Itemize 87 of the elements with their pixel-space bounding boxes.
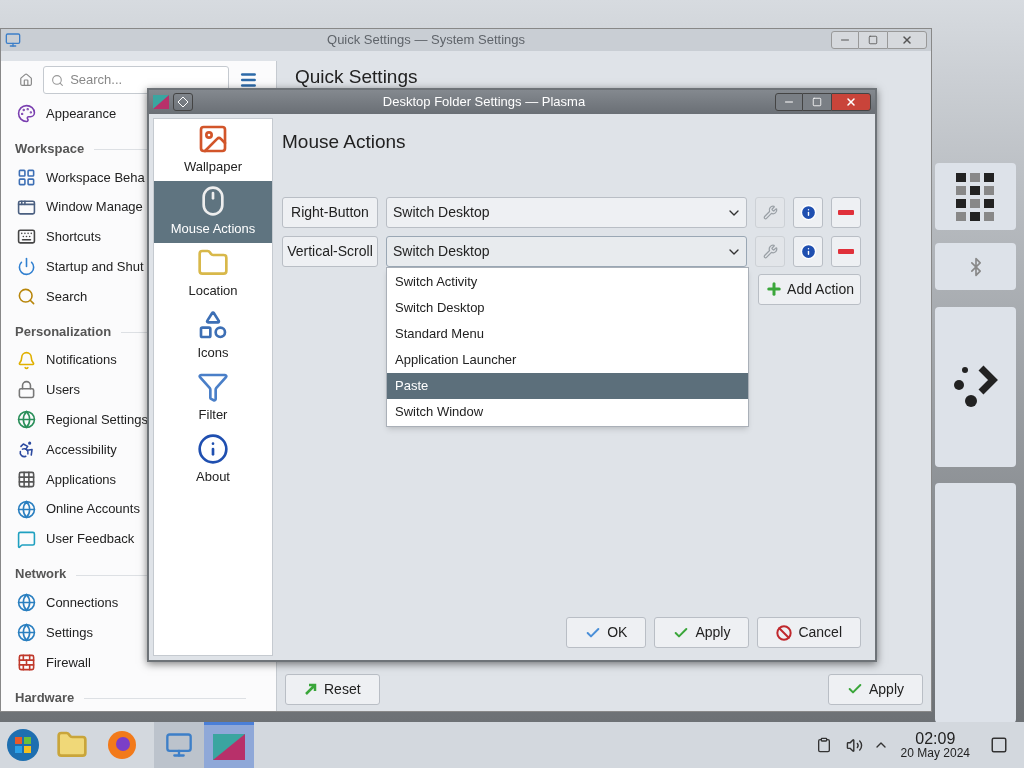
info-button[interactable] (793, 197, 823, 228)
accessibility-icon (17, 440, 36, 460)
cancel-button[interactable]: Cancel (757, 617, 861, 648)
close-icon (845, 96, 857, 108)
category-item[interactable]: Wallpaper (154, 119, 272, 181)
close-button[interactable] (887, 31, 927, 49)
filter-icon (197, 371, 229, 404)
arrow-icon (304, 682, 318, 696)
section-header: Network (15, 565, 67, 584)
trigger-button[interactable]: Right-Button (282, 197, 378, 228)
app-icon (153, 95, 169, 109)
maximize-icon (812, 97, 822, 107)
ok-button[interactable]: OK (566, 617, 647, 648)
menu-item[interactable]: Switch Activity (387, 269, 748, 295)
apply-button[interactable]: Apply (654, 617, 750, 648)
category-item[interactable]: About (154, 429, 272, 491)
grid-icon (17, 469, 36, 489)
category-item[interactable]: Mouse Actions (154, 181, 272, 243)
info-icon (799, 243, 817, 260)
task-button[interactable] (154, 722, 204, 768)
grid-icon (17, 167, 36, 187)
section-header: Hardware (15, 688, 75, 707)
monitor-icon (5, 32, 21, 48)
info-icon (799, 204, 817, 221)
message-icon (17, 529, 36, 549)
close-button[interactable] (831, 93, 871, 111)
globe-icon (17, 499, 36, 519)
reset-button[interactable]: Reset (285, 673, 380, 705)
clock-time: 02:09 (915, 731, 956, 747)
search-icon (17, 287, 36, 307)
menu-item[interactable]: Standard Menu (387, 321, 748, 347)
maximize-icon (868, 35, 878, 45)
home-icon (19, 70, 34, 89)
info-icon (197, 433, 229, 466)
plugin-dropdown[interactable]: Switch Desktop (386, 197, 747, 228)
palette-icon (17, 104, 36, 124)
search-field[interactable]: Search... (43, 65, 230, 94)
info-button[interactable] (793, 236, 823, 267)
globe-icon (17, 593, 36, 613)
menu-item[interactable]: Switch Window (387, 399, 748, 425)
section-title: Mouse Actions (282, 130, 407, 154)
window-icon (17, 197, 36, 217)
menu-item[interactable]: Application Launcher (387, 347, 748, 373)
diamond-icon (178, 97, 188, 107)
page-title: Quick Settings (294, 65, 419, 89)
cancel-icon (776, 624, 793, 641)
task-button[interactable] (204, 722, 254, 768)
app-icon (213, 733, 245, 760)
remove-button[interactable] (831, 197, 861, 228)
trigger-button[interactable]: Vertical-Scroll (282, 236, 378, 267)
apply-button[interactable]: Apply (827, 673, 923, 705)
window-title: Quick Settings — System Settings (327, 31, 525, 50)
show-desktop-icon[interactable] (990, 736, 1008, 754)
section-header: Workspace (15, 139, 85, 158)
add-action-button[interactable]: Add Action (758, 273, 861, 305)
maximize-button[interactable] (803, 93, 831, 111)
globe-icon (17, 410, 36, 430)
plugin-dropdown[interactable]: Switch Desktop (386, 236, 747, 267)
browser-icon[interactable] (106, 729, 138, 761)
category-item[interactable]: Filter (154, 367, 272, 429)
window-title: Desktop Folder Settings — Plasma (382, 93, 586, 112)
section-header: Personalization (15, 322, 112, 341)
clock-date: 20 May 2024 (900, 747, 970, 759)
category-item[interactable]: Icons (154, 305, 272, 367)
menu-item[interactable]: Paste (387, 373, 748, 399)
globe-icon (17, 623, 36, 642)
brick-wall-icon (17, 652, 36, 672)
clipboard-icon[interactable] (815, 737, 832, 753)
bell-icon (17, 350, 36, 370)
menu-item[interactable]: Switch Desktop (387, 295, 748, 321)
keyboard-icon (17, 227, 36, 247)
category-item[interactable]: Location (154, 243, 272, 305)
search-icon (51, 73, 65, 87)
wrench-icon (762, 205, 778, 220)
pin-button[interactable] (173, 93, 193, 111)
minus-icon (838, 249, 854, 254)
clock[interactable]: 02:09 20 May 2024 (900, 731, 970, 759)
close-icon (901, 34, 913, 46)
plus-icon (765, 280, 784, 298)
monitor-icon (165, 731, 193, 759)
lock-icon (17, 380, 36, 400)
wrench-icon (762, 244, 778, 259)
power-icon (17, 257, 36, 277)
remove-button[interactable] (831, 236, 861, 267)
minus-icon (838, 210, 854, 215)
minimize-button[interactable] (775, 93, 803, 111)
start-orb-icon[interactable] (6, 728, 40, 762)
